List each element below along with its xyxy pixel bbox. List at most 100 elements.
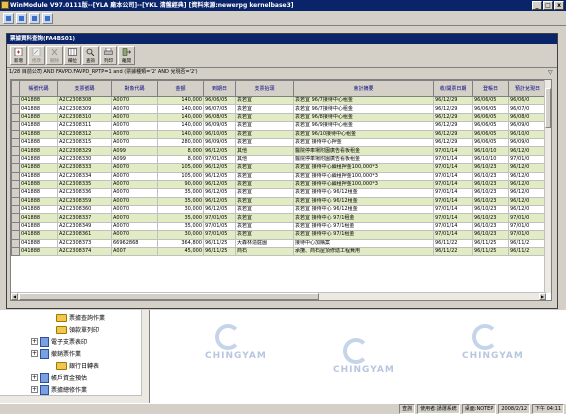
table-cell[interactable]: 96/09/05 (203, 137, 236, 148)
table-cell[interactable]: A2C2308330 (57, 154, 112, 165)
exit-button[interactable]: 離開 (118, 46, 135, 65)
table-cell[interactable]: 96/06/05 (472, 121, 509, 131)
column-header[interactable]: 登帳日 (472, 80, 509, 97)
table-cell[interactable]: 97/01/14 (433, 154, 473, 165)
table-cell[interactable]: A099 (111, 146, 158, 156)
table-cell[interactable]: 97/01/0 (508, 213, 547, 223)
close-button[interactable]: x (554, 1, 564, 10)
table-cell[interactable]: 96/10/0 (508, 129, 547, 139)
table-cell[interactable]: A0070 (111, 137, 158, 148)
table-cell[interactable]: 97/01/14 (433, 188, 473, 198)
table-row[interactable]: 041888 A2C2308312 A0070 140,000 96/10/05 袁若宜袁… (11, 129, 547, 139)
grid-vertical-scrollbar[interactable] (544, 80, 551, 293)
table-cell[interactable]: 96/10/23 (472, 213, 509, 223)
table-row[interactable]: 041888 A2C2308336 A0070 35,000 96/12/05 袁若宜 袁若… (11, 188, 547, 198)
table-cell[interactable]: 97/01/0 (508, 221, 547, 232)
table-cell[interactable]: 97/01/05 (203, 154, 236, 165)
table-cell[interactable]: 96/12/29 (433, 112, 473, 123)
table-cell[interactable]: 96/06/05 (472, 129, 509, 139)
table-cell[interactable]: 96/07/05 (203, 104, 236, 114)
row-header-cell[interactable] (11, 104, 20, 114)
row-header-cell[interactable] (11, 230, 20, 240)
table-cell[interactable]: A2C2308315 (57, 137, 112, 148)
column-header[interactable]: 到期日 (203, 80, 236, 97)
table-cell[interactable]: 97/01/14 (433, 230, 473, 240)
scroll-right-arrow-icon[interactable]: ▶ (539, 293, 546, 300)
delete-button[interactable]: 刪除 (46, 46, 63, 65)
table-cell[interactable]: 96/12/05 (203, 188, 236, 198)
table-cell[interactable]: 96/10/23 (472, 163, 509, 173)
table-cell[interactable]: A2C2308335 (57, 179, 112, 190)
table-cell[interactable]: 96/11/25 (203, 247, 236, 257)
table-cell[interactable]: 袁若宜 (235, 104, 294, 114)
table-cell[interactable]: 96/06/05 (203, 95, 236, 106)
table-cell[interactable]: 041888 (19, 238, 58, 249)
table-cell[interactable]: 041888 (19, 171, 58, 181)
table-cell[interactable]: 袁若宜 (235, 121, 294, 131)
table-cell[interactable]: 96/10/23 (472, 179, 509, 190)
row-header-cell[interactable] (11, 146, 20, 156)
table-row[interactable]: 041888 A2C2308335 A0070 90,000 96/12/05 袁若宜 袁若… (11, 179, 547, 190)
table-cell[interactable]: 041888 (19, 179, 58, 190)
table-cell[interactable]: 45,000 (157, 247, 204, 257)
table-cell[interactable]: 140,000 (157, 95, 204, 106)
table-cell[interactable]: 96/12/0 (508, 205, 547, 215)
table-cell[interactable]: 041888 (19, 196, 58, 207)
table-cell[interactable]: A2C2308308 (57, 95, 112, 106)
table-cell[interactable]: 97/01/14 (433, 196, 473, 207)
column-header[interactable]: 會計摘要 (293, 80, 434, 97)
table-cell[interactable]: 96/10/23 (472, 196, 509, 207)
expand-icon[interactable]: + (31, 386, 38, 393)
table-cell[interactable]: 96/12/0 (508, 196, 547, 207)
tree-vertical-scrollbar[interactable] (141, 310, 149, 403)
scroll-left-arrow-icon[interactable]: ◀ (11, 293, 18, 300)
table-cell[interactable]: 96/12/05 (203, 196, 236, 207)
table-cell[interactable]: 041888 (19, 121, 58, 131)
table-cell[interactable]: 醫院停車場附園廣告看板租金 (293, 146, 434, 156)
table-cell[interactable]: A0070 (111, 129, 158, 139)
row-header-cell[interactable] (11, 205, 20, 215)
table-row[interactable]: 041888 A2C2308311 A0070 140,000 96/09/05 袁若宜袁… (11, 121, 547, 131)
table-cell[interactable]: A0070 (111, 112, 158, 123)
tree-item[interactable]: + 帳戶資金預估 (31, 372, 87, 383)
table-cell[interactable]: A099 (111, 154, 158, 165)
expand-icon[interactable]: + (31, 338, 38, 345)
table-cell[interactable]: 96/12/0 (508, 163, 547, 173)
row-header-cell[interactable] (11, 95, 20, 106)
table-cell[interactable]: A0070 (111, 104, 158, 114)
table-cell[interactable]: 66962868 (111, 238, 158, 249)
table-cell[interactable]: A0070 (111, 121, 158, 131)
table-cell[interactable]: 袁若宜 接待中心 97/1租金 (293, 221, 434, 232)
row-header-cell[interactable] (11, 154, 20, 165)
table-cell[interactable]: 97/01/0 (508, 154, 547, 165)
table-row[interactable]: 041888 A2C2308337 A0070 35,000 97/01/05 袁若宜 袁若… (11, 213, 547, 223)
row-header-cell[interactable] (11, 179, 20, 190)
table-cell[interactable]: 35,000 (157, 188, 204, 198)
table-cell[interactable]: 96/08/05 (203, 112, 236, 123)
table-row[interactable]: 041888 A2C2308330 A099 8,000 97/01/05 其他 醫院停車場… (11, 154, 547, 165)
table-cell[interactable]: A0070 (111, 188, 158, 198)
table-row[interactable]: 041888 A2C2308373 66962868 364,800 96/11/25 大… (11, 238, 547, 249)
table-cell[interactable]: 96/07/0 (508, 104, 547, 114)
table-cell[interactable]: 97/01/14 (433, 171, 473, 181)
table-cell[interactable]: 96/12/0 (508, 179, 547, 190)
table-cell[interactable]: 96/12/29 (433, 137, 473, 148)
table-cell[interactable]: 袁若宜 96/7接待中心租金 (293, 95, 434, 106)
table-cell[interactable]: A0070 (111, 179, 158, 190)
table-cell[interactable]: A2C2308361 (57, 230, 112, 240)
table-cell[interactable]: 袁若宜 接待中心 96/12租金 (293, 196, 434, 207)
table-cell[interactable]: 醫院停車場附園廣告看板租金 (293, 154, 434, 165)
table-cell[interactable]: 96/10/23 (472, 205, 509, 215)
table-row[interactable]: 041888 A2C2308374 A007 45,000 96/11/25 商石 承攬、商… (11, 247, 547, 257)
table-cell[interactable]: 96/06/05 (472, 137, 509, 148)
table-cell[interactable]: A2C2308360 (57, 205, 112, 215)
table-cell[interactable]: 96/11/2 (508, 238, 547, 249)
table-cell[interactable]: 袁若宜 (235, 95, 294, 106)
column-header[interactable]: 帳號代碼 (19, 80, 58, 97)
table-cell[interactable]: A2C2308336 (57, 188, 112, 198)
row-header-cell[interactable] (11, 213, 20, 223)
expand-icon[interactable]: + (31, 350, 38, 357)
table-cell[interactable]: 接待中心加購案 (293, 238, 434, 249)
window-list-icon[interactable] (16, 13, 27, 24)
tree-item[interactable]: 票據查詢作業 (56, 312, 105, 323)
